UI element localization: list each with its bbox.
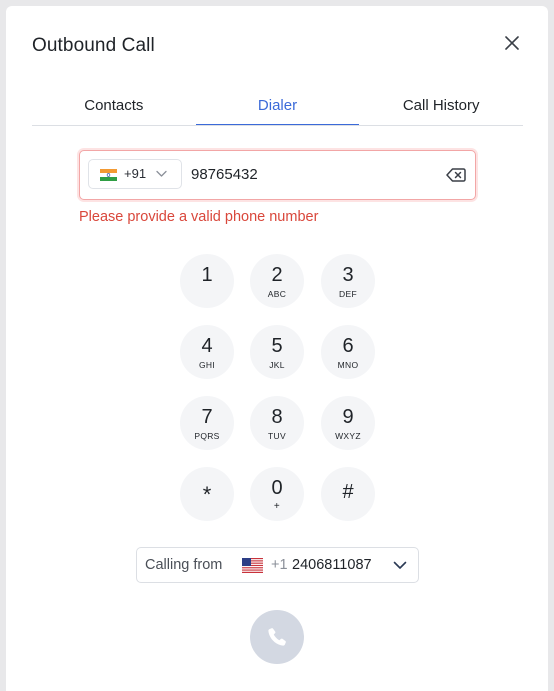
- backspace-button[interactable]: [446, 167, 466, 183]
- close-icon: [505, 36, 519, 50]
- key-letters: GHI: [198, 360, 215, 370]
- key-9[interactable]: 9 WXYZ: [321, 396, 375, 450]
- key-letters: +: [273, 501, 281, 512]
- key-0[interactable]: 0 +: [250, 467, 304, 521]
- key-digit: 4: [201, 335, 213, 357]
- key-letters: DEF: [339, 289, 357, 299]
- key-digit: #: [342, 481, 354, 503]
- key-letters: PQRS: [194, 431, 220, 441]
- phone-error-message: Please provide a valid phone number: [79, 209, 319, 225]
- key-digit: 2: [271, 264, 283, 286]
- key-digit: 7: [201, 406, 213, 428]
- calling-from-label: Calling from: [145, 557, 223, 573]
- phone-number-field: +91: [79, 150, 476, 200]
- usa-flag-icon: [242, 558, 263, 573]
- backspace-icon: [446, 168, 466, 182]
- key-6[interactable]: 6 MNO: [321, 325, 375, 379]
- tab-call-history[interactable]: Call History: [359, 90, 523, 125]
- key-digit: 8: [271, 406, 283, 428]
- chevron-down-icon: [393, 561, 407, 569]
- calling-from-code: +1: [271, 557, 288, 573]
- key-digit: 0: [271, 477, 283, 499]
- tab-contacts[interactable]: Contacts: [32, 90, 196, 125]
- key-digit: 5: [271, 335, 283, 357]
- key-letters: JKL: [269, 360, 285, 370]
- india-flag-icon: [100, 169, 117, 181]
- key-7[interactable]: 7 PQRS: [180, 396, 234, 450]
- key-star[interactable]: *: [180, 467, 234, 521]
- tab-dialer[interactable]: Dialer: [195, 90, 360, 125]
- key-1[interactable]: 1: [180, 254, 234, 308]
- phone-icon: [268, 628, 286, 646]
- call-button[interactable]: [250, 610, 304, 664]
- chevron-down-icon: [156, 170, 167, 177]
- key-digit: 3: [342, 264, 354, 286]
- key-4[interactable]: 4 GHI: [180, 325, 234, 379]
- key-8[interactable]: 8 TUV: [250, 396, 304, 450]
- calling-from-number: 2406811087: [292, 557, 372, 573]
- key-5[interactable]: 5 JKL: [250, 325, 304, 379]
- country-code-label: +91: [124, 166, 147, 181]
- key-hash[interactable]: #: [321, 467, 375, 521]
- outbound-call-dialog: Outbound Call Contacts Dialer Call Histo…: [6, 6, 548, 691]
- phone-number-input[interactable]: [191, 161, 431, 187]
- key-digit: 6: [342, 335, 354, 357]
- tab-bar: Contacts Dialer Call History: [32, 90, 523, 126]
- key-digit: 1: [201, 264, 213, 286]
- country-code-select[interactable]: +91: [88, 159, 182, 189]
- key-3[interactable]: 3 DEF: [321, 254, 375, 308]
- key-letters: MNO: [337, 360, 359, 370]
- key-digit: 9: [342, 406, 354, 428]
- close-button[interactable]: [501, 32, 523, 54]
- calling-from-select[interactable]: Calling from +1 2406811087: [136, 547, 419, 583]
- dialog-title: Outbound Call: [32, 35, 155, 56]
- key-digit: *: [202, 482, 212, 507]
- key-letters: ABC: [267, 289, 287, 299]
- key-letters: TUV: [268, 431, 286, 441]
- key-letters: WXYZ: [335, 431, 361, 441]
- key-2[interactable]: 2 ABC: [250, 254, 304, 308]
